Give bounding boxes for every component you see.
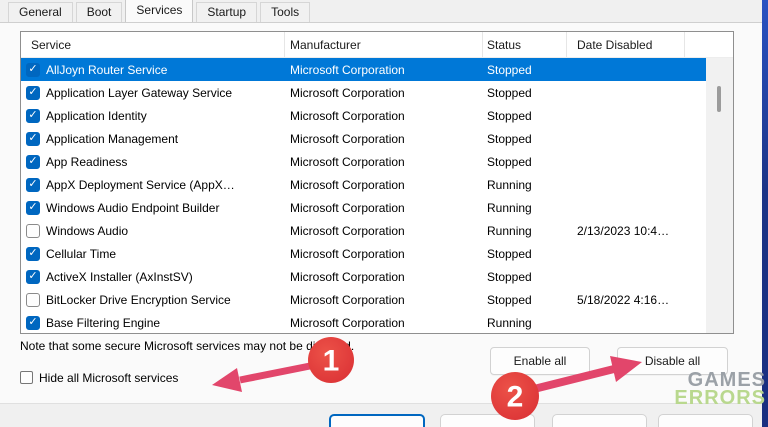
service-name-cell: AppX Deployment Service (AppX… — [46, 177, 235, 192]
vertical-scrollbar[interactable] — [706, 58, 733, 333]
service-checkbox[interactable]: ✓ — [26, 108, 40, 123]
service-checkbox[interactable]: ✓ — [26, 223, 40, 238]
ok-button-partial[interactable] — [329, 414, 425, 427]
service-checkbox[interactable]: ✓ — [26, 246, 40, 261]
status-cell: Stopped — [487, 108, 532, 123]
tabs-container: General Boot Services Startup Tools — [8, 0, 311, 22]
service-checkbox[interactable]: ✓ — [26, 315, 40, 330]
tab-boot[interactable]: Boot — [75, 2, 123, 22]
service-name-cell: App Readiness — [46, 154, 128, 169]
service-checkbox[interactable]: ✓ — [26, 62, 40, 77]
service-checkbox[interactable]: ✓ — [26, 269, 40, 284]
status-cell: Stopped — [487, 154, 532, 169]
status-cell: Running — [487, 200, 532, 215]
manufacturer-cell: Microsoft Corporation — [290, 223, 405, 238]
status-cell: Stopped — [487, 292, 532, 307]
status-cell: Running — [487, 223, 532, 238]
service-name-cell: Application Layer Gateway Service — [46, 85, 233, 100]
service-row[interactable]: ✓ AppX Deployment Service (AppX… Microso… — [21, 173, 733, 196]
service-name-cell: ActiveX Installer (AxInstSV) — [46, 269, 193, 284]
manufacturer-cell: Microsoft Corporation — [290, 200, 405, 215]
service-checkbox[interactable]: ✓ — [26, 200, 40, 215]
service-row[interactable]: ✓ App Readiness Microsoft Corporation St… — [21, 150, 733, 173]
service-name-cell: AllJoyn Router Service — [46, 62, 168, 77]
manufacturer-cell: Microsoft Corporation — [290, 292, 405, 307]
manufacturer-cell: Microsoft Corporation — [290, 177, 405, 192]
column-header-service[interactable]: Service — [21, 32, 285, 57]
service-name-cell: BitLocker Drive Encryption Service — [46, 292, 231, 307]
service-name-cell: Windows Audio — [46, 223, 129, 238]
service-row[interactable]: ✓ ActiveX Installer (AxInstSV) Microsoft… — [21, 265, 733, 288]
status-cell: Stopped — [487, 246, 532, 261]
services-list: Service Manufacturer Status Date Disable… — [20, 31, 734, 334]
manufacturer-cell: Microsoft Corporation — [290, 108, 405, 123]
enable-all-button[interactable]: Enable all — [490, 347, 590, 375]
service-name-cell: Application Management — [46, 131, 179, 146]
note-text: Note that some secure Microsoft services… — [20, 339, 355, 353]
scrollbar-thumb[interactable] — [717, 86, 721, 112]
service-row[interactable]: ✓ Base Filtering Engine Microsoft Corpor… — [21, 311, 733, 333]
status-cell: Stopped — [487, 62, 532, 77]
column-header-status[interactable]: Status — [483, 32, 567, 57]
service-row[interactable]: ✓ AllJoyn Router Service Microsoft Corpo… — [21, 58, 733, 81]
list-header: Service Manufacturer Status Date Disable… — [21, 32, 733, 58]
apply-button-partial[interactable] — [552, 414, 647, 427]
service-row[interactable]: ✓ Application Layer Gateway Service Micr… — [21, 81, 733, 104]
service-name-cell: Cellular Time — [46, 246, 117, 261]
service-row[interactable]: ✓ Windows Audio Microsoft Corporation Ru… — [21, 219, 733, 242]
background-edge-strip — [762, 0, 768, 427]
manufacturer-cell: Microsoft Corporation — [290, 62, 405, 77]
tab-general[interactable]: General — [8, 2, 73, 22]
manufacturer-cell: Microsoft Corporation — [290, 315, 405, 330]
service-row[interactable]: ✓ Windows Audio Endpoint Builder Microso… — [21, 196, 733, 219]
manufacturer-cell: Microsoft Corporation — [290, 131, 405, 146]
msconfig-dialog: General Boot Services Startup Tools Serv… — [0, 0, 768, 427]
service-row[interactable]: ✓ Application Identity Microsoft Corpora… — [21, 104, 733, 127]
tab-startup[interactable]: Startup — [196, 2, 258, 22]
cancel-button-partial[interactable] — [440, 414, 535, 427]
service-name-cell: Application Identity — [46, 108, 147, 123]
column-header-manufacturer[interactable]: Manufacturer — [285, 32, 483, 57]
service-rows: ✓ AllJoyn Router Service Microsoft Corpo… — [21, 58, 733, 333]
date-disabled-cell: 5/18/2022 4:16… — [577, 292, 670, 307]
service-name-cell: Windows Audio Endpoint Builder — [46, 200, 220, 215]
date-disabled-cell: 2/13/2023 10:4… — [577, 223, 670, 238]
status-cell: Running — [487, 177, 532, 192]
service-checkbox[interactable]: ✓ — [26, 85, 40, 100]
service-checkbox[interactable]: ✓ — [26, 154, 40, 169]
tab-services[interactable]: Services — [125, 0, 194, 22]
status-cell: Running — [487, 315, 532, 330]
service-name-cell: Base Filtering Engine — [46, 315, 161, 330]
service-checkbox[interactable]: ✓ — [26, 131, 40, 146]
watermark-line2: ERRORS — [674, 387, 766, 409]
status-cell: Stopped — [487, 269, 532, 284]
service-row[interactable]: ✓ Cellular Time Microsoft Corporation St… — [21, 242, 733, 265]
help-button-partial[interactable] — [658, 414, 753, 427]
manufacturer-cell: Microsoft Corporation — [290, 85, 405, 100]
service-row[interactable]: ✓ Application Management Microsoft Corpo… — [21, 127, 733, 150]
manufacturer-cell: Microsoft Corporation — [290, 154, 405, 169]
manufacturer-cell: Microsoft Corporation — [290, 246, 405, 261]
watermark: GAMES ERRORS — [674, 370, 766, 409]
hide-all-microsoft-services-checkbox[interactable] — [20, 371, 33, 384]
column-header-date-disabled[interactable]: Date Disabled — [567, 32, 685, 57]
service-row[interactable]: ✓ BitLocker Drive Encryption Service Mic… — [21, 288, 733, 311]
hide-all-microsoft-services-label[interactable]: Hide all Microsoft services — [39, 371, 178, 385]
status-cell: Stopped — [487, 131, 532, 146]
status-cell: Stopped — [487, 85, 532, 100]
manufacturer-cell: Microsoft Corporation — [290, 269, 405, 284]
service-checkbox[interactable]: ✓ — [26, 177, 40, 192]
service-checkbox[interactable]: ✓ — [26, 292, 40, 307]
tab-strip: General Boot Services Startup Tools — [0, 0, 768, 22]
tab-tools[interactable]: Tools — [260, 2, 311, 22]
